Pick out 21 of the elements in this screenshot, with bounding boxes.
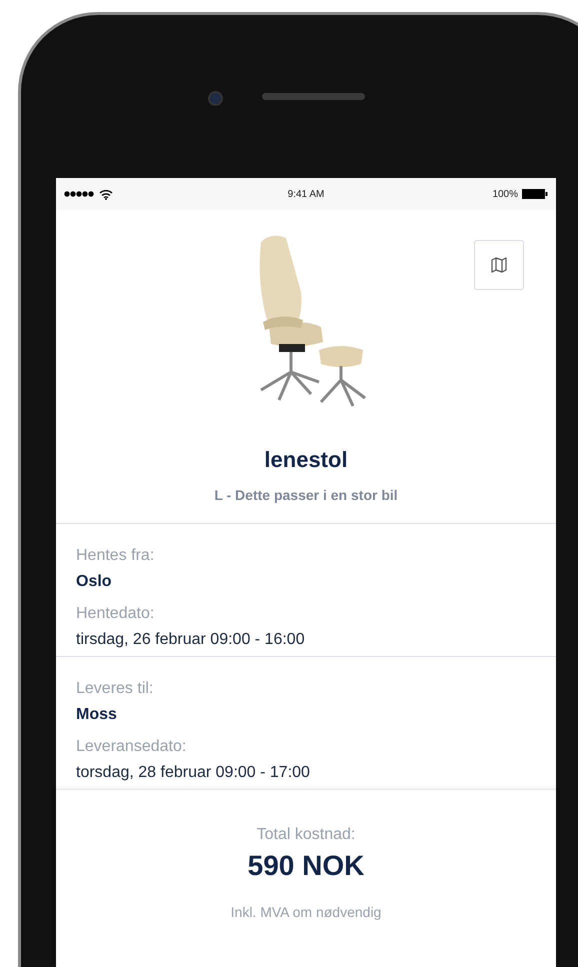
field-label: Hentes fra: bbox=[76, 546, 156, 566]
product-name: lenestol bbox=[264, 447, 348, 473]
place-name: Oslo bbox=[76, 572, 113, 592]
field-label: Leveres til: bbox=[76, 679, 154, 699]
wifi-icon bbox=[99, 188, 113, 200]
camera-icon bbox=[208, 91, 223, 106]
field-label: Leveransedato: bbox=[76, 737, 188, 757]
total-price: 590 NOK bbox=[248, 850, 364, 882]
size-description: L - Dette passer i en stor bil bbox=[214, 487, 398, 503]
vat-note: Inkl. MVA om nødvendig bbox=[230, 904, 382, 920]
date-time: torsdag, 28 februar 09:00 - 17:00 bbox=[76, 763, 311, 783]
map-icon bbox=[491, 257, 507, 273]
date-time: tirsdag, 26 februar 09:00 - 16:00 bbox=[76, 630, 306, 650]
map-button[interactable] bbox=[474, 240, 524, 290]
signal-icon bbox=[64, 191, 94, 197]
place-name: Moss bbox=[76, 705, 118, 725]
total-label: Total kostnad: bbox=[256, 826, 356, 844]
battery-percent: 100% bbox=[492, 188, 518, 200]
status-time: 9:41 AM bbox=[288, 188, 324, 200]
field-label: Hentedato: bbox=[76, 604, 156, 624]
battery-icon bbox=[522, 189, 548, 199]
